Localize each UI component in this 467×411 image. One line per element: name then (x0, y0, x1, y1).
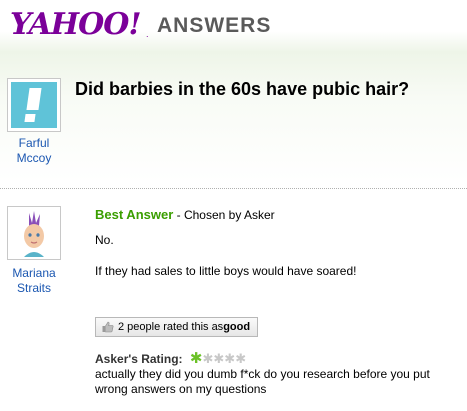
answerer-avatar[interactable] (7, 206, 61, 260)
asker-first-name: Farful (18, 136, 50, 150)
answer-text-line1: No. (95, 233, 114, 247)
best-answer-label: Best Answer (95, 207, 174, 222)
exclamation-avatar-icon (11, 82, 57, 128)
rating-summary-value: good (223, 321, 251, 333)
best-answer-separator: - (173, 208, 184, 222)
star-rating: ✱✱✱✱✱ (190, 351, 246, 367)
divider (0, 188, 467, 189)
answerer-last-name: Straits (16, 281, 51, 295)
answer-text-line2: If they had sales to little boys would h… (95, 264, 357, 278)
asker-comment: actually they did you dumb f*ck do you r… (95, 367, 430, 396)
chosen-by-text: Chosen by Asker (183, 208, 275, 222)
star-filled-icon: ✱ (189, 350, 203, 367)
askers-rating-label: Asker's Rating: (95, 352, 183, 366)
asker-avatar[interactable] (7, 78, 61, 132)
asker-last-name: Mccoy (16, 151, 52, 165)
thumbs-up-icon (102, 321, 114, 333)
askers-rating: Asker's Rating: ✱✱✱✱✱ (95, 351, 246, 367)
asker-name-link[interactable]: Farful Mccoy (2, 136, 66, 166)
mohawk-avatar-icon (10, 209, 58, 257)
best-answer-header: Best Answer - Chosen by Asker (95, 207, 275, 223)
rating-summary-text: 2 people rated this as (118, 321, 224, 333)
star-empty-icon: ✱ (202, 351, 214, 366)
answers-logo[interactable]: ANSWERS (157, 14, 271, 38)
rating-summary-button[interactable]: 2 people rated this as good (95, 317, 259, 337)
star-empty-icon: ✱ (235, 351, 247, 366)
star-empty-icon: ✱ (213, 351, 225, 366)
question-title: Did barbies in the 60s have pubic hair? (75, 79, 410, 99)
yahoo-logo[interactable]: YAHOO! (10, 8, 142, 42)
logo-dot: . (146, 29, 149, 39)
star-empty-icon: ✱ (224, 351, 236, 366)
site-header: YAHOO! . ANSWERS (0, 0, 467, 52)
answerer-name-link[interactable]: Mariana Straits (2, 266, 66, 296)
answerer-first-name: Mariana (12, 266, 56, 280)
question-band (0, 52, 467, 182)
